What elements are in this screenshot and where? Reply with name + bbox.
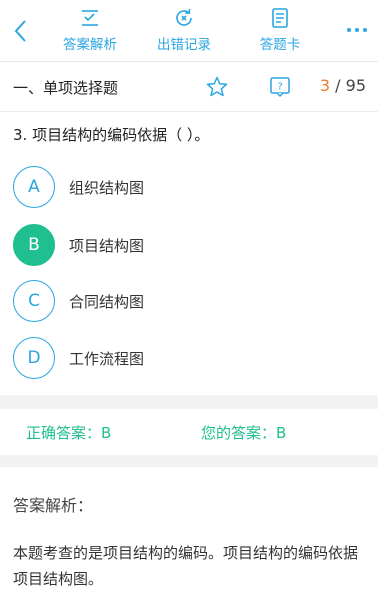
answer-card-label: 答题卡: [259, 37, 301, 53]
answer-analysis-button[interactable]: 答案解析: [58, 6, 122, 58]
total-question-count: 95: [345, 76, 366, 95]
correct-answer: 正确答案：B: [26, 424, 112, 442]
answer-card-icon: [272, 8, 288, 28]
answer-card-button[interactable]: 答题卡: [252, 6, 308, 58]
section-divider: [0, 455, 378, 467]
question-feedback-icon[interactable]: ?: [268, 75, 292, 99]
option-a[interactable]: A 组织结构图: [13, 166, 373, 210]
option-text-d: 工作流程图: [69, 350, 145, 368]
back-arrow-icon[interactable]: [6, 16, 36, 46]
option-letter-c: C: [13, 280, 55, 322]
error-record-button[interactable]: 出错记录: [152, 6, 216, 58]
option-c[interactable]: C 合同结构图: [13, 280, 373, 324]
analysis-icon: [82, 10, 98, 26]
option-text-c: 合同结构图: [69, 293, 145, 311]
more-dots-icon[interactable]: [342, 20, 372, 40]
current-question-number: 3: [319, 76, 331, 95]
question-text: 3. 项目结构的编码依据（ ）。: [13, 126, 210, 144]
error-record-label: 出错记录: [157, 37, 211, 53]
option-letter-d: D: [13, 337, 55, 379]
favorite-star-icon[interactable]: [205, 75, 229, 99]
option-text-a: 组织结构图: [69, 179, 145, 197]
explanation-text: 本题考查的是项目结构的编码。项目结构的编码依据项目结构图。: [13, 544, 359, 588]
option-letter-b: B: [13, 224, 55, 266]
option-text-b: 项目结构图: [69, 237, 145, 255]
your-answer: 您的答案：B: [201, 424, 287, 442]
question-counter: 3 / 95: [320, 76, 366, 95]
counter-separator: /: [330, 76, 346, 95]
option-b[interactable]: B 项目结构图: [13, 224, 373, 268]
explanation-title: 答案解析：: [13, 496, 94, 515]
option-d[interactable]: D 工作流程图: [13, 337, 373, 381]
top-toolbar: 答案解析 出错记录 答题卡: [0, 0, 378, 62]
answer-summary: 正确答案：B 您的答案：B: [0, 409, 378, 455]
svg-text:?: ?: [277, 82, 282, 93]
answer-analysis-label: 答案解析: [63, 37, 117, 53]
option-letter-a: A: [13, 166, 55, 208]
refresh-x-icon: [176, 8, 192, 26]
section-divider: [0, 395, 378, 409]
section-header: 一、单项选择题 ? 3 / 95: [0, 62, 378, 112]
section-title: 一、单项选择题: [13, 79, 119, 97]
